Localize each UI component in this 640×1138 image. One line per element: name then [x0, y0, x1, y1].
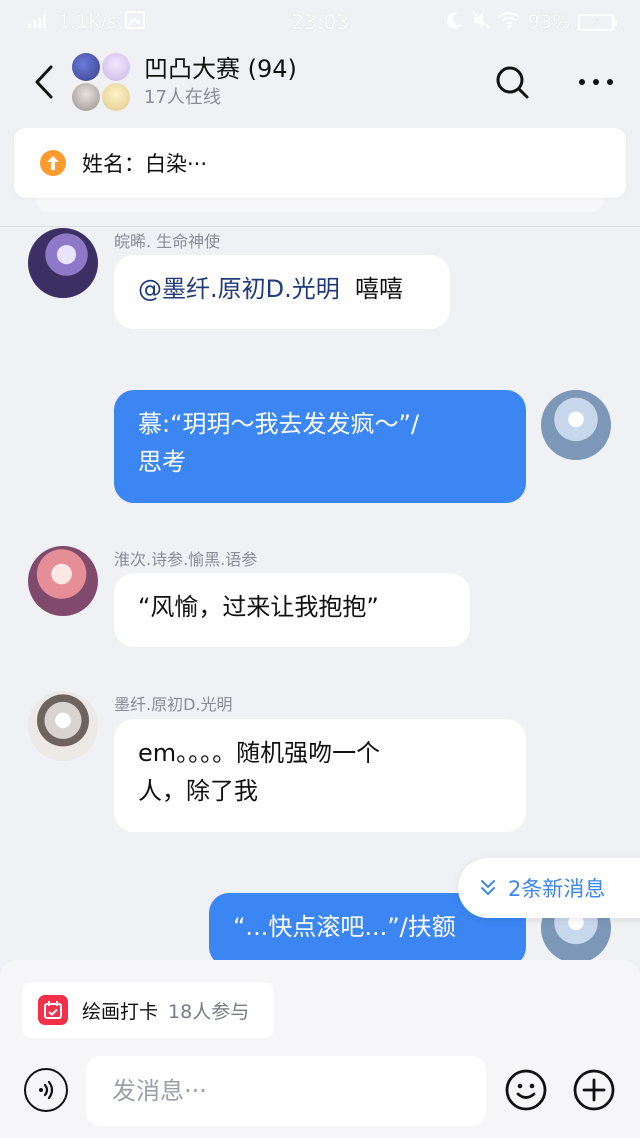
voice-icon [39, 1080, 54, 1100]
bottom-panel: 绘画打卡 18人参与 [0, 960, 640, 1138]
sender-name: 墨纤.原初D.光明 [114, 695, 233, 714]
message-bubble[interactable]: em。。。。随机强吻一个 人，除了我 [114, 719, 526, 832]
voice-button[interactable] [24, 1068, 68, 1112]
pinned-message[interactable]: 姓名：白染··· [14, 128, 626, 198]
my-avatar[interactable] [541, 390, 611, 460]
message-input[interactable] [86, 1056, 486, 1126]
message-text-line: 人，除了我 [138, 777, 258, 805]
message-bubble-outgoing[interactable]: 慕:“玥玥～我去发发疯～”/ 思考 [114, 390, 526, 503]
message-text-line: 思考 [138, 448, 186, 476]
activity-title: 绘画打卡 [82, 1000, 159, 1023]
composer [0, 1056, 640, 1128]
message-bubble[interactable]: @墨纤.原初D.光明 嘻嘻 [114, 255, 450, 329]
message-text: “风愉，过来让我抱抱” [138, 593, 379, 621]
message-bubble[interactable]: “风愉，过来让我抱抱” [114, 573, 470, 647]
new-messages-label: 2条新消息 [508, 877, 606, 901]
pinned-text: 姓名：白染··· [82, 152, 208, 176]
message-text: 嘻嘻 [355, 275, 404, 303]
message-text: “...快点滚吧...”/扶额 [233, 913, 456, 941]
smiley-icon [505, 1069, 547, 1111]
message-text-line: 慕:“玥玥～我去发发疯～”/ [138, 410, 420, 438]
mention-link[interactable]: @墨纤.原初D.光明 [138, 275, 340, 303]
message-text-line: em。。。。随机强吻一个 [138, 739, 381, 767]
calendar-check-icon [38, 995, 68, 1025]
add-attachment-button[interactable] [572, 1068, 616, 1112]
new-messages-button[interactable]: 2条新消息 [458, 858, 640, 918]
avatar[interactable] [28, 228, 98, 298]
arrow-up-icon [40, 150, 66, 176]
double-chevron-down-icon [481, 880, 495, 896]
activity-count: 18人参与 [168, 1000, 250, 1023]
emoji-button[interactable] [504, 1068, 548, 1112]
avatar[interactable] [28, 546, 98, 616]
sender-name: 淮次.诗参.愉黑.语参 [114, 550, 258, 569]
plus-icon [573, 1069, 615, 1111]
avatar[interactable] [28, 691, 98, 761]
activity-chip[interactable]: 绘画打卡 18人参与 [22, 982, 274, 1038]
sender-name: 皖晞. 生命神使 [114, 232, 221, 251]
